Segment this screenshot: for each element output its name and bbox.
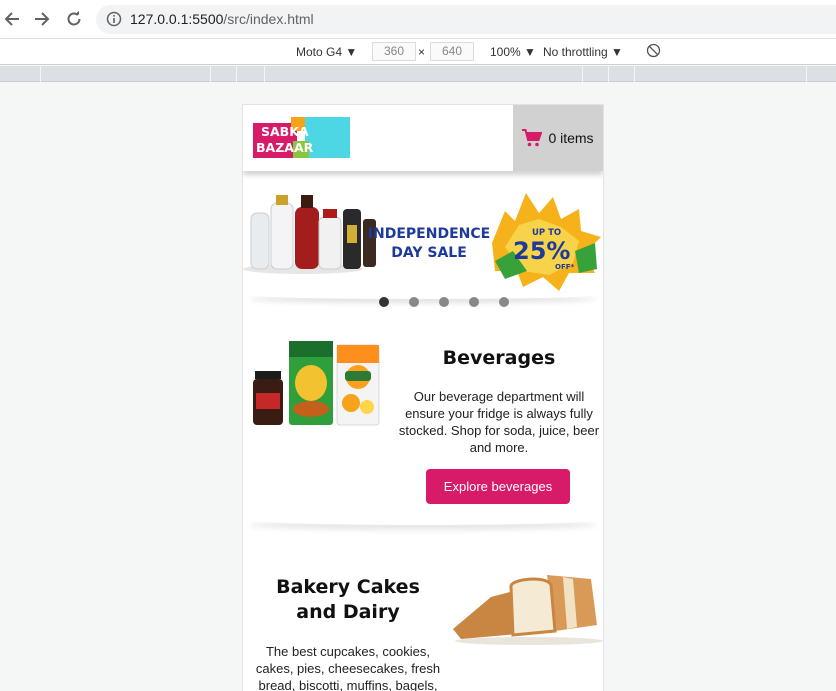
ruler-segment[interactable]: [236, 66, 237, 82]
carousel-dot-1[interactable]: [379, 297, 389, 307]
logo[interactable]: SABKA BAZAAR: [253, 117, 350, 158]
device-viewport: SABKA BAZAAR 0 items INDEPENDENCE DAY SA…: [242, 104, 604, 691]
explore-beverages-button[interactable]: Explore beverages: [426, 469, 570, 504]
width-input[interactable]: 360: [372, 42, 416, 61]
ruler-segment[interactable]: [608, 66, 609, 82]
banner-line1: INDEPENDENCE: [368, 226, 490, 242]
ruler-segment[interactable]: [264, 66, 265, 82]
carousel-dots: [379, 297, 509, 307]
dimension-separator: ×: [418, 45, 426, 59]
cart-count: 0 items: [548, 130, 594, 146]
url-text: 127.0.0.1:5500/src/index.html: [130, 11, 314, 27]
ruler-segment[interactable]: [634, 66, 635, 82]
banner-off: OFF*: [555, 263, 575, 271]
carousel-dot-4[interactable]: [469, 297, 479, 307]
banner-percent: 25%: [513, 237, 570, 265]
logo-line2: BAZAAR: [256, 140, 314, 155]
browser-toolbar: 127.0.0.1:5500/src/index.html: [0, 0, 836, 38]
address-bar[interactable]: 127.0.0.1:5500/src/index.html: [96, 5, 836, 34]
zoom-value: 100%: [490, 45, 521, 59]
beverages-image: [253, 341, 380, 426]
url-host: 127.0.0.1:5500: [130, 11, 224, 27]
carousel-dot-5[interactable]: [499, 297, 509, 307]
cart-button[interactable]: 0 items: [513, 105, 603, 171]
ruler-segment[interactable]: [40, 66, 41, 82]
device-name: Moto G4: [296, 45, 343, 59]
category-beverages: Beverages Our beverage department will e…: [243, 331, 603, 521]
category-separator: [249, 515, 597, 525]
category-title: Beverages: [442, 347, 556, 369]
logo-line1: SABKA: [261, 124, 309, 139]
media-query-ruler[interactable]: [0, 66, 836, 82]
carousel-dot-3[interactable]: [439, 297, 449, 307]
device-toolbar: Moto G4 ▼ 360 × 640 100% ▼ No throttling…: [0, 38, 836, 65]
banner-line2: DAY SALE: [391, 245, 467, 261]
throttling-select[interactable]: No throttling ▼: [543, 45, 623, 59]
ruler-segment[interactable]: [806, 66, 807, 82]
sale-banner[interactable]: INDEPENDENCE DAY SALE UP TO 25% OFF*: [243, 181, 603, 295]
cart-icon: [522, 129, 543, 147]
url-path: /src/index.html: [223, 11, 314, 27]
carousel-dot-2[interactable]: [409, 297, 419, 307]
info-icon[interactable]: [106, 11, 122, 32]
back-icon[interactable]: [0, 7, 24, 31]
ruler-segment[interactable]: [582, 66, 583, 82]
category-bakery: Bakery Cakes and Dairy The best cupcakes…: [243, 567, 603, 691]
forward-icon[interactable]: [30, 7, 54, 31]
height-input[interactable]: 640: [430, 42, 474, 61]
zoom-select[interactable]: 100% ▼: [490, 45, 536, 59]
rotate-icon[interactable]: [646, 43, 661, 61]
reload-icon[interactable]: [62, 7, 86, 31]
ruler-segment[interactable]: [210, 66, 211, 82]
device-select[interactable]: Moto G4 ▼: [296, 45, 357, 59]
category-description: The best cupcakes, cookies, cakes, pies,…: [255, 644, 441, 691]
throttling-value: No throttling: [543, 45, 608, 59]
bakery-image: [453, 575, 603, 645]
site-header: SABKA BAZAAR 0 items: [243, 105, 603, 171]
category-title: Bakery Cakes and Dairy: [276, 576, 420, 623]
category-description: Our beverage department will ensure your…: [398, 389, 600, 455]
